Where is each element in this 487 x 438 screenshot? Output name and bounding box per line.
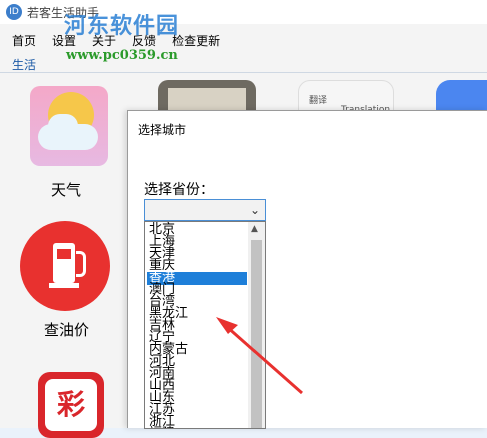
- province-option[interactable]: 福建: [149, 427, 175, 428]
- arrow-shaft: [225, 324, 303, 395]
- annotation-arrow-icon: [216, 317, 303, 395]
- arrow-head: [216, 317, 238, 334]
